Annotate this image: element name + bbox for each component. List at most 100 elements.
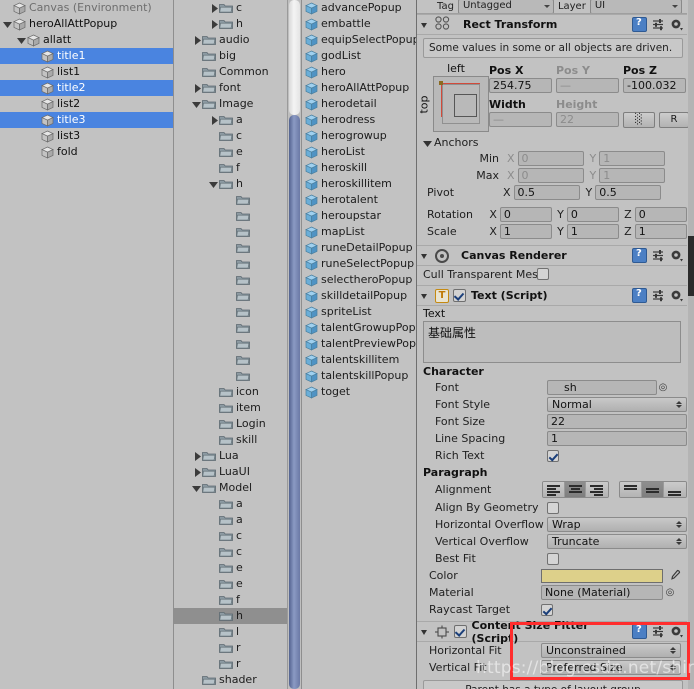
twisty-closed-icon[interactable]	[191, 32, 202, 48]
align-middle-button[interactable]	[642, 482, 665, 497]
project-tree-item[interactable]	[174, 192, 288, 208]
hierarchy-panel[interactable]: Canvas (Environment) heroAllAttPopup allat…	[0, 0, 173, 689]
asset-list-item[interactable]: hero	[302, 64, 417, 80]
project-tree-item[interactable]: a	[174, 112, 288, 128]
project-tree-item[interactable]: Login	[174, 416, 288, 432]
pos-y-input[interactable]: —	[556, 78, 619, 93]
layer-dropdown[interactable]: UI	[589, 0, 682, 13]
canvas-renderer-header[interactable]: Canvas Renderer	[417, 245, 687, 266]
twisty-open-icon[interactable]	[208, 176, 219, 192]
asset-list-item[interactable]: heroAllAttPopup	[302, 80, 417, 96]
asset-list-item[interactable]: toget	[302, 384, 417, 400]
foldout-twisty-icon[interactable]	[420, 624, 430, 640]
alignment-horizontal-group[interactable]	[541, 481, 610, 498]
vertical-fit-dropdown[interactable]: Preferred Size	[541, 660, 681, 675]
project-tree-item[interactable]: e	[174, 576, 288, 592]
anchors-foldout-icon[interactable]	[423, 135, 434, 149]
font-object-field[interactable]: sh	[547, 380, 657, 395]
content-size-fitter-header[interactable]: Content Size Fitter (Script)	[417, 619, 687, 645]
rotation-z-input[interactable]: 0	[634, 207, 687, 222]
project-tree-item[interactable]: l	[174, 624, 288, 640]
preset-icon[interactable]	[652, 18, 665, 31]
project-tree-item[interactable]: r	[174, 640, 288, 656]
vertical-overflow-dropdown[interactable]: Truncate	[547, 534, 687, 549]
font-style-dropdown[interactable]: Normal	[547, 397, 687, 412]
project-tree-item[interactable]: font	[174, 80, 288, 96]
twisty-closed-icon[interactable]	[208, 16, 219, 32]
rect-transform-header[interactable]: Rect Transform	[417, 14, 687, 35]
project-tree-item[interactable]	[174, 352, 288, 368]
anchor-min-y-input[interactable]: 1	[599, 151, 666, 166]
align-bottom-button[interactable]	[664, 482, 686, 497]
help-icon[interactable]	[632, 288, 647, 303]
twisty-open-icon[interactable]	[2, 16, 13, 32]
project-tree-item[interactable]: a	[174, 496, 288, 512]
project-tree-item[interactable]: item	[174, 400, 288, 416]
project-tree-item[interactable]: e	[174, 560, 288, 576]
asset-list-item[interactable]: herotalent	[302, 192, 417, 208]
prefab-asset-list[interactable]: advancePopup embattle equipSelectPopup godL…	[301, 0, 417, 689]
project-tree-item[interactable]	[174, 256, 288, 272]
rich-text-checkbox[interactable]	[547, 449, 559, 462]
twisty-open-icon[interactable]	[191, 480, 202, 496]
align-right-button[interactable]	[586, 482, 609, 497]
project-tree-item[interactable]: r	[174, 656, 288, 672]
asset-list-item[interactable]: runeSelectPopup	[302, 256, 417, 272]
asset-list-item[interactable]: runeDetailPopup	[302, 240, 417, 256]
project-tree-item[interactable]: c	[174, 528, 288, 544]
horizontal-fit-dropdown[interactable]: Unconstrained	[541, 643, 681, 658]
anchor-max-x-input[interactable]: 0	[517, 168, 584, 183]
tag-layer-bar[interactable]: Tag Untagged Layer UI	[417, 0, 687, 14]
asset-list-item[interactable]: talentGrowupPopup	[302, 320, 417, 336]
project-tree-item[interactable]	[174, 224, 288, 240]
rotation-x-input[interactable]: 0	[499, 207, 553, 222]
project-tree-item[interactable]: c	[174, 128, 288, 144]
scrollbar-thumb-lower[interactable]	[289, 115, 300, 689]
project-tree-item[interactable]: Image	[174, 96, 288, 112]
project-tree-item[interactable]: shader	[174, 672, 288, 688]
project-tree-item[interactable]	[174, 272, 288, 288]
hierarchy-item-title2[interactable]: title2	[0, 80, 173, 96]
raw-edit-mode-button[interactable]: R	[659, 112, 689, 128]
project-tree-item[interactable]: h	[174, 608, 288, 624]
project-tree-item[interactable]: skill	[174, 432, 288, 448]
asset-list-item[interactable]: herogrowup	[302, 128, 417, 144]
hierarchy-item-fold[interactable]: fold	[0, 144, 173, 160]
height-input[interactable]: 22	[556, 112, 619, 127]
project-folder-tree[interactable]: c h audio big Common font Image a c e f h icon item Lo…	[173, 0, 288, 689]
tag-dropdown[interactable]: Untagged	[457, 0, 554, 13]
align-center-button[interactable]	[564, 482, 587, 497]
asset-list-item[interactable]: skilldetailPopup	[302, 288, 417, 304]
project-tree-item[interactable]	[174, 368, 288, 384]
project-tree-item[interactable]: h	[174, 16, 288, 32]
project-tree-item[interactable]: c	[174, 0, 288, 16]
help-icon[interactable]	[632, 17, 647, 32]
twisty-closed-icon[interactable]	[208, 112, 219, 128]
material-object-field[interactable]: None (Material)	[541, 585, 663, 600]
scrollbar-thumb-upper[interactable]	[289, 0, 300, 115]
project-tree-item[interactable]: e	[174, 144, 288, 160]
font-size-input[interactable]: 22	[547, 414, 687, 429]
project-tree-item[interactable]	[174, 288, 288, 304]
project-tree-item[interactable]	[174, 336, 288, 352]
asset-list-item[interactable]: talentskillPopup	[302, 368, 417, 384]
hierarchy-item-heroallattpopup[interactable]: heroAllAttPopup	[0, 16, 173, 32]
gear-icon[interactable]	[670, 625, 683, 638]
align-top-button[interactable]	[620, 482, 643, 497]
asset-list-item[interactable]: godList	[302, 48, 417, 64]
asset-list-item[interactable]: spriteList	[302, 304, 417, 320]
pos-x-input[interactable]: 254.75	[489, 78, 552, 93]
anchor-min-x-input[interactable]: 0	[517, 151, 584, 166]
asset-list-item[interactable]: mapList	[302, 224, 417, 240]
inspector-panel[interactable]: Tag Untagged Layer UI Rect Transform ? S…	[416, 0, 694, 689]
project-tree-item[interactable]: icon	[174, 384, 288, 400]
help-icon[interactable]	[632, 624, 647, 639]
horizontal-overflow-dropdown[interactable]: Wrap	[547, 517, 687, 532]
asset-list-item[interactable]: talentskillitem	[302, 352, 417, 368]
align-by-geometry-checkbox[interactable]	[547, 501, 559, 514]
project-tree-item[interactable]: Common	[174, 64, 288, 80]
blueprint-mode-button[interactable]: ░	[623, 112, 655, 128]
asset-list-item[interactable]: equipSelectPopup	[302, 32, 417, 48]
twisty-closed-icon[interactable]	[191, 448, 202, 464]
project-tree-item[interactable]: c	[174, 544, 288, 560]
